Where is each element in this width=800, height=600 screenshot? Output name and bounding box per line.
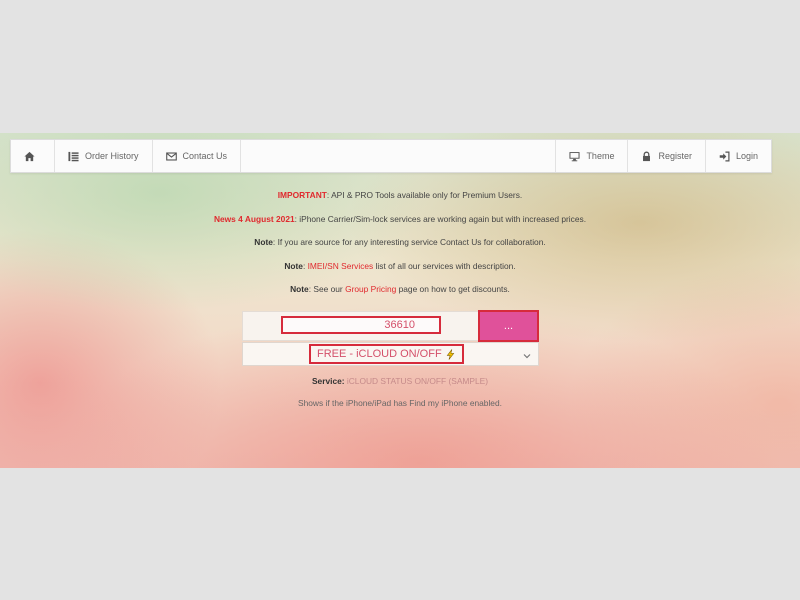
monitor-icon <box>569 151 580 162</box>
notice-pricing-post: page on how to get discounts. <box>396 284 510 294</box>
notice-pricing-pre: : See our <box>308 284 346 294</box>
notice-pricing-strong: Note <box>290 284 309 294</box>
chevron-down-icon <box>522 348 532 359</box>
check-form: ... FREE - iCLOUD ON/OFF <box>242 310 539 366</box>
notice-services-post: list of all our services with descriptio… <box>373 260 516 271</box>
service-sample-link[interactable]: (SAMPLE) <box>448 376 488 386</box>
nav-register[interactable]: Register <box>627 140 705 172</box>
notice-collaboration-strong: Note <box>254 237 273 247</box>
notice-list: IMPORTANT: API & PRO Tools available onl… <box>0 188 800 306</box>
nav-login[interactable]: Login <box>704 140 771 172</box>
notice-news-strong: News 4 August 2021 <box>213 213 295 224</box>
nav-home[interactable] <box>11 140 55 172</box>
notice-collaboration: Note: If you are source for any interest… <box>0 235 800 259</box>
service-select[interactable]: FREE - iCLOUD ON/OFF <box>242 342 539 366</box>
notice-services: Note: IMEI/SN Services list of all our s… <box>0 259 800 283</box>
home-icon <box>24 151 35 162</box>
nav-theme[interactable]: Theme <box>555 140 627 172</box>
nav-order-history-label: Order History <box>85 151 139 161</box>
notice-news-text: : iPhone Carrier/Sim-lock services are w… <box>294 213 587 224</box>
top-navbar: Order History Contact Us Theme Register <box>10 139 772 173</box>
lock-icon <box>641 151 652 162</box>
group-pricing-link[interactable]: Group Pricing <box>345 284 396 294</box>
sign-in-icon <box>719 151 730 162</box>
nav-contact-us-label: Contact Us <box>182 151 228 161</box>
notice-pricing: Note: See our Group Pricing page on how … <box>0 282 800 306</box>
submit-button[interactable]: ... <box>478 310 539 342</box>
nav-register-label: Register <box>658 151 692 161</box>
lightning-icon <box>445 348 456 360</box>
notice-services-strong: Note <box>284 260 303 271</box>
nav-order-history[interactable]: Order History <box>55 140 153 172</box>
service-description: Shows if the iPhone/iPad has Find my iPh… <box>298 398 502 408</box>
notice-news: News 4 August 2021: iPhone Carrier/Sim-l… <box>0 212 800 236</box>
service-value: iCLOUD STATUS ON/OFF <box>346 376 447 386</box>
list-icon <box>68 151 79 162</box>
envelope-icon <box>165 151 177 162</box>
notice-important: IMPORTANT: API & PRO Tools available onl… <box>0 188 800 212</box>
nav-contact-us[interactable]: Contact Us <box>153 140 242 172</box>
service-info: Service: iCLOUD STATUS ON/OFF (SAMPLE) <box>0 376 800 386</box>
notice-important-text: : API & PRO Tools available only for Pre… <box>326 190 523 200</box>
nav-login-label: Login <box>735 151 758 161</box>
browser-viewport: Order History Contact Us Theme Register <box>0 133 800 468</box>
notice-important-strong: IMPORTANT <box>277 190 327 200</box>
selected-service-label: FREE - iCLOUD ON/OFF <box>317 348 442 360</box>
selected-service: FREE - iCLOUD ON/OFF <box>309 344 464 364</box>
service-label: Service: <box>311 376 345 386</box>
nav-theme-label: Theme <box>586 151 615 161</box>
notice-collaboration-text: : If you are source for any interesting … <box>272 237 546 247</box>
imei-input[interactable] <box>281 316 441 334</box>
imei-sn-services-link[interactable]: IMEI/SN Services <box>308 261 374 271</box>
